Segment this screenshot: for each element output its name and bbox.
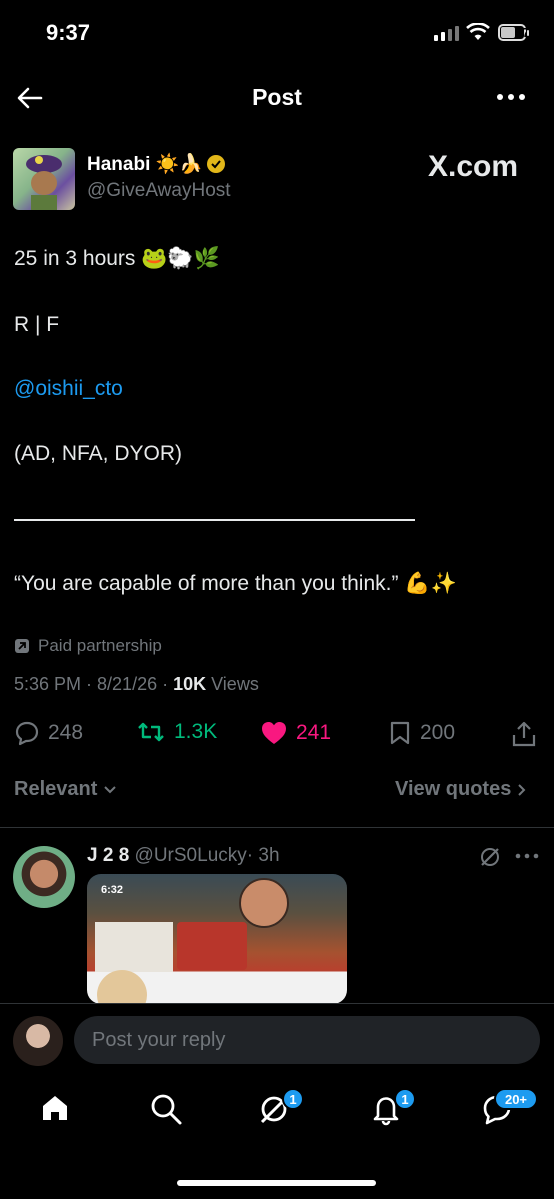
reply-count: 248 bbox=[48, 721, 84, 744]
chevron-right-icon bbox=[518, 783, 526, 796]
home-icon[interactable] bbox=[39, 1092, 71, 1124]
messages-badge: 20+ bbox=[494, 1088, 538, 1110]
x-watermark: X.com bbox=[428, 150, 519, 183]
reply-icon bbox=[15, 721, 39, 746]
reply-button[interactable]: 248 bbox=[14, 720, 83, 746]
post-meta: 5:36 PM · 8/21/26 · 10K Views bbox=[14, 674, 259, 695]
view-quotes-link[interactable]: View quotes bbox=[395, 778, 527, 801]
image-cart bbox=[177, 922, 247, 970]
sort-dropdown[interactable]: Relevant bbox=[14, 778, 117, 801]
grok-tab[interactable]: 1 bbox=[258, 1088, 304, 1126]
author-name-row[interactable]: Hanabi ☀️🍌 bbox=[87, 152, 225, 176]
image-bowl bbox=[97, 970, 147, 1004]
post-divider-line bbox=[14, 519, 415, 521]
reply-header[interactable]: J 2 8 @UrS0Lucky· 3h bbox=[87, 845, 280, 867]
bookmark-button[interactable]: 200 bbox=[388, 720, 455, 746]
like-button[interactable]: 241 bbox=[260, 720, 331, 746]
search-icon[interactable] bbox=[149, 1092, 183, 1126]
paid-partnership-label: Paid partnership bbox=[38, 636, 162, 655]
reply-author-name: J 2 8 bbox=[87, 845, 130, 866]
post-line-3: (AD, NFA, DYOR) bbox=[14, 442, 183, 465]
views-count: 10K bbox=[173, 674, 207, 694]
reply-input-placeholder: Post your reply bbox=[92, 1029, 226, 1051]
post-mention-link[interactable]: @oishii_cto bbox=[14, 377, 123, 401]
composer-divider bbox=[0, 1003, 554, 1004]
heart-icon bbox=[262, 722, 286, 744]
author-name[interactable]: Hanabi ☀️🍌 bbox=[87, 152, 203, 176]
status-time: 9:37 bbox=[46, 20, 91, 45]
battery-icon: 7 bbox=[498, 24, 530, 41]
repost-icon bbox=[138, 722, 164, 742]
paid-partnership-row[interactable]: Paid partnership bbox=[14, 636, 162, 656]
messages-tab[interactable]: 20+ bbox=[480, 1088, 538, 1126]
post-timestamp: 5:36 PM · 8/21/26 · bbox=[14, 674, 174, 694]
author-avatar[interactable] bbox=[13, 148, 75, 210]
repost-button[interactable]: 1.3K bbox=[136, 720, 217, 744]
current-user-avatar[interactable] bbox=[13, 1016, 63, 1066]
reply-avatar[interactable] bbox=[13, 846, 75, 908]
section-divider bbox=[0, 827, 554, 828]
reply-time: · 3h bbox=[246, 845, 280, 866]
sort-label: Relevant bbox=[14, 778, 98, 800]
author-handle[interactable]: @GiveAwayHost bbox=[87, 180, 231, 202]
bookmark-count: 200 bbox=[420, 721, 456, 744]
views-label: Views bbox=[206, 674, 259, 694]
post-quote: “You are capable of more than you think.… bbox=[14, 572, 457, 595]
image-status-time: 6:32 bbox=[101, 884, 124, 896]
signal-icon bbox=[434, 26, 459, 41]
like-count: 241 bbox=[296, 721, 332, 744]
bookmark-icon bbox=[390, 721, 410, 745]
image-boxes bbox=[95, 922, 173, 972]
notifications-badge: 1 bbox=[394, 1088, 416, 1110]
reply-author-handle: @UrS0Lucky bbox=[134, 845, 247, 866]
home-indicator[interactable] bbox=[177, 1180, 376, 1186]
post-line-1: 25 in 3 hours 🐸🐑🌿 bbox=[14, 247, 220, 270]
grok-icon[interactable] bbox=[478, 845, 502, 869]
wifi-icon bbox=[466, 23, 490, 40]
page-title: Post bbox=[252, 84, 302, 110]
share-icon[interactable] bbox=[511, 720, 537, 748]
notifications-tab[interactable]: 1 bbox=[370, 1088, 416, 1126]
post-line-2: R | F bbox=[14, 313, 60, 336]
image-person-face bbox=[239, 878, 289, 928]
view-quotes-label: View quotes bbox=[395, 778, 512, 800]
grok-badge: 1 bbox=[282, 1088, 304, 1110]
verified-badge-icon bbox=[206, 155, 225, 173]
paid-partnership-icon bbox=[15, 639, 29, 653]
repost-count: 1.3K bbox=[174, 720, 218, 743]
more-options-icon[interactable] bbox=[496, 92, 526, 102]
chevron-down-icon bbox=[104, 785, 117, 793]
battery-level: 7 bbox=[522, 25, 530, 40]
reply-attached-image[interactable]: 6:32 bbox=[87, 874, 347, 1004]
reply-more-icon[interactable] bbox=[515, 853, 539, 859]
